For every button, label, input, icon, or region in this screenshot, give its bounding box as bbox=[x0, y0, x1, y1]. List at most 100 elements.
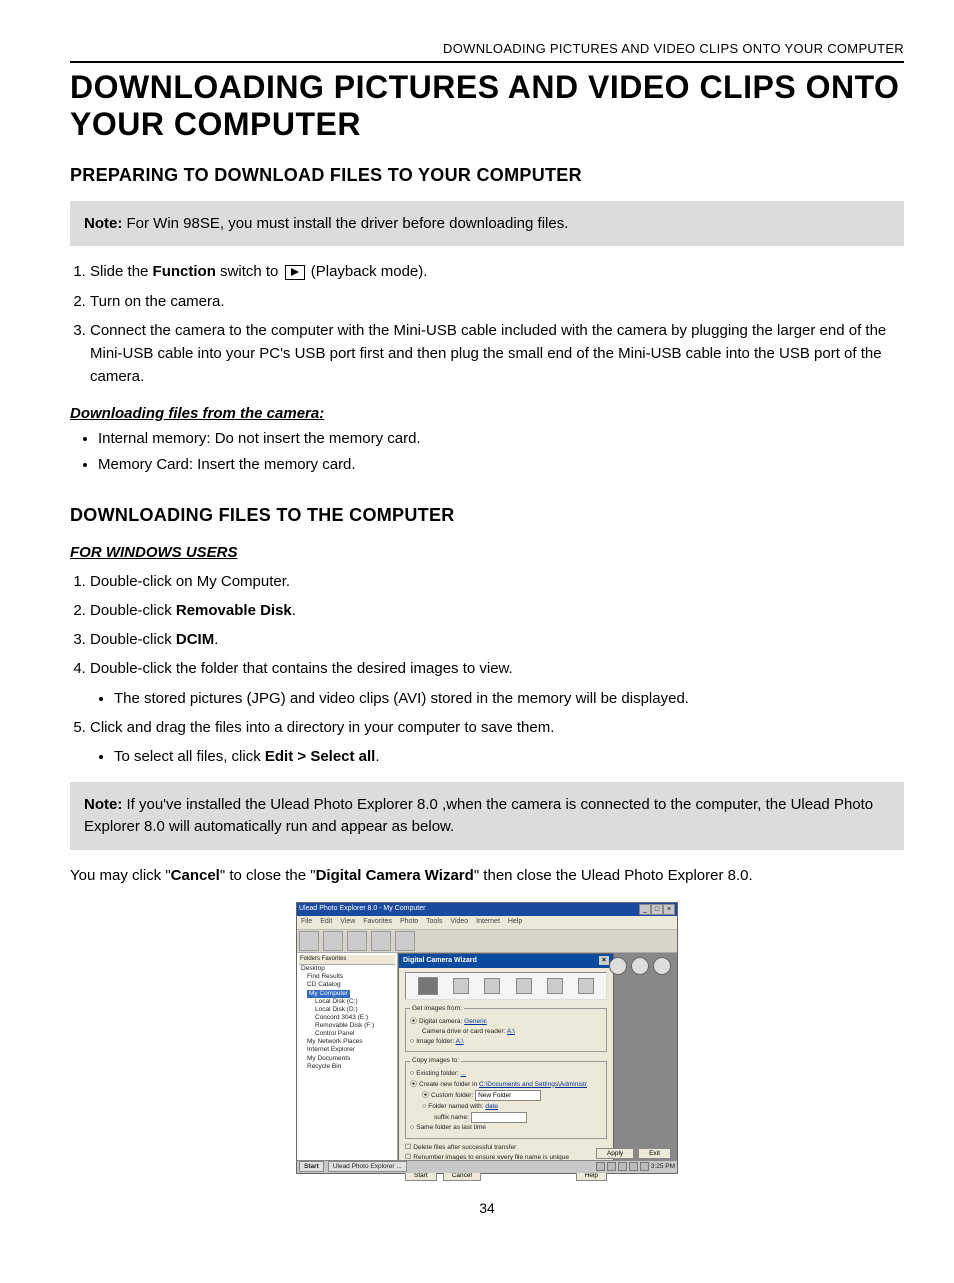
link-generic[interactable]: Generic bbox=[464, 1018, 487, 1025]
tree-local-disk-c[interactable]: Local Disk (C:) bbox=[299, 998, 395, 1006]
tree-find-results[interactable]: Find Results bbox=[299, 973, 395, 981]
menu-internet[interactable]: Internet bbox=[476, 918, 500, 925]
menu-view[interactable]: View bbox=[340, 918, 355, 925]
tray-icon[interactable] bbox=[629, 1162, 638, 1171]
maximize-button[interactable]: □ bbox=[651, 904, 663, 915]
tray-icon[interactable] bbox=[607, 1162, 616, 1171]
radio-digital-camera[interactable]: Digital camera: Generic bbox=[410, 1017, 602, 1028]
step-1-text-b: switch to bbox=[216, 263, 283, 280]
menu-file[interactable]: File bbox=[301, 918, 312, 925]
menu-tools[interactable]: Tools bbox=[426, 918, 442, 925]
dstep-1: Double-click on My Computer. bbox=[90, 570, 904, 593]
tree-recycle-bin[interactable]: Recycle Bin bbox=[299, 1063, 395, 1071]
menu-favorites[interactable]: Favorites bbox=[363, 918, 392, 925]
note-box-1: Note: For Win 98SE, you must install the… bbox=[70, 201, 904, 247]
exit-button[interactable]: Exit bbox=[638, 1148, 671, 1159]
closing-c: " then close the Ulead Photo Explorer 8.… bbox=[474, 867, 753, 884]
dstep-5-text: Click and drag the files into a director… bbox=[90, 719, 554, 736]
link-existing-folder[interactable]: ... bbox=[461, 1070, 466, 1077]
tree-control-panel[interactable]: Control Panel bbox=[299, 1030, 395, 1038]
monitor-icon bbox=[578, 978, 594, 994]
menu-bar[interactable]: File Edit View Favorites Photo Tools Vid… bbox=[297, 916, 677, 930]
label-camera-drive: Camera drive or card reader: A:\ bbox=[410, 1027, 602, 1037]
closing-paragraph: You may click "Cancel" to close the "Dig… bbox=[70, 865, 904, 887]
dstep-3-bold: DCIM bbox=[176, 631, 214, 648]
toolbar-icon[interactable] bbox=[347, 931, 367, 951]
step-icon bbox=[453, 978, 469, 994]
step-1: Slide the Function switch to (Playback m… bbox=[90, 260, 904, 283]
subheading-windows-users: FOR WINDOWS USERS bbox=[70, 542, 904, 564]
step-1-text-c: (Playback mode). bbox=[307, 263, 428, 280]
closing-a: You may click " bbox=[70, 867, 171, 884]
digital-camera-wizard: Digital Camera Wizard × Get images from: bbox=[398, 953, 614, 1163]
bullet-memory-card: Memory Card: Insert the memory card. bbox=[98, 454, 904, 476]
content-panel: Digital Camera Wizard × Get images from: bbox=[398, 953, 677, 1163]
copy-images-to-group: Copy images to: Existing folder: ... Cre… bbox=[405, 1056, 607, 1138]
tree-network-places[interactable]: My Network Places bbox=[299, 1038, 395, 1046]
tree-tabs[interactable]: Folders Favorites bbox=[299, 955, 395, 966]
tree-my-documents[interactable]: My Documents bbox=[299, 1055, 395, 1063]
tree-desktop[interactable]: Desktop bbox=[299, 965, 395, 973]
dstep-3: Double-click DCIM. bbox=[90, 628, 904, 651]
link-drive-a[interactable]: A:\ bbox=[507, 1028, 515, 1035]
tray-icon[interactable] bbox=[618, 1162, 627, 1171]
tray-icon[interactable] bbox=[640, 1162, 649, 1171]
suffix-input[interactable] bbox=[471, 1112, 527, 1123]
radio-existing-folder[interactable]: Existing folder: ... bbox=[410, 1069, 602, 1080]
toolbar-back-icon[interactable] bbox=[299, 931, 319, 951]
tree-concord-e[interactable]: Concord 3043 (E:) bbox=[299, 1014, 395, 1022]
step-2: Turn on the camera. bbox=[90, 290, 904, 313]
viewer-icon[interactable] bbox=[609, 957, 627, 975]
step-1-bold: Function bbox=[153, 263, 216, 280]
link-image-folder[interactable]: A:\ bbox=[456, 1038, 464, 1045]
wizard-titlebar[interactable]: Digital Camera Wizard × bbox=[399, 954, 613, 968]
checkbox-delete-files[interactable]: Delete files after successful transfer bbox=[405, 1143, 607, 1154]
tree-internet-explorer[interactable]: Internet Explorer bbox=[299, 1046, 395, 1054]
toolbar-icon[interactable] bbox=[395, 931, 415, 951]
toolbar-forward-icon[interactable] bbox=[323, 931, 343, 951]
window-buttons: _□× bbox=[639, 904, 675, 915]
radio-folder-named-with[interactable]: Folder named with: date bbox=[410, 1102, 602, 1113]
tree-local-disk-d[interactable]: Local Disk (D:) bbox=[299, 1006, 395, 1014]
tree-cd-catalog[interactable]: CD Catalog bbox=[299, 981, 395, 989]
close-button[interactable]: × bbox=[663, 904, 675, 915]
menu-video[interactable]: Video bbox=[450, 918, 468, 925]
folder-tree[interactable]: Desktop Find Results CD Catalog My Compu… bbox=[299, 965, 395, 1071]
taskbar[interactable]: Start Ulead Photo Explorer ... 3:25 PM bbox=[297, 1160, 677, 1173]
tree-removable-disk-f[interactable]: Removable Disk (F:) bbox=[299, 1022, 395, 1030]
radio-create-new-folder[interactable]: Create new folder in C:\Documents and Se… bbox=[410, 1080, 602, 1091]
note-label-2: Note: bbox=[84, 796, 122, 813]
step-3: Connect the camera to the computer with … bbox=[90, 319, 904, 389]
subheading-downloading-from-camera: Downloading files from the camera: bbox=[70, 403, 904, 425]
menu-photo[interactable]: Photo bbox=[400, 918, 418, 925]
start-button-taskbar[interactable]: Start bbox=[299, 1161, 324, 1172]
dstep-4-text: Double-click the folder that contains th… bbox=[90, 660, 513, 677]
radio-image-folder[interactable]: Image folder: A:\ bbox=[410, 1037, 602, 1048]
toolbar bbox=[297, 930, 677, 953]
radio-custom-folder[interactable]: Custom folder: bbox=[410, 1090, 602, 1102]
wizard-title-text: Digital Camera Wizard bbox=[403, 956, 477, 966]
radio-same-folder[interactable]: Same folder as last time bbox=[410, 1123, 602, 1134]
toolbar-icon[interactable] bbox=[371, 931, 391, 951]
viewer-icon[interactable] bbox=[653, 957, 671, 975]
window-titlebar[interactable]: Ulead Photo Explorer 8.0 - My Computer _… bbox=[297, 903, 677, 916]
step-icon bbox=[547, 978, 563, 994]
tree-my-computer[interactable]: My Computer bbox=[299, 990, 395, 998]
custom-folder-input[interactable] bbox=[475, 1090, 541, 1101]
get-images-from-label: Get images from: bbox=[410, 1004, 464, 1014]
taskbar-app-button[interactable]: Ulead Photo Explorer ... bbox=[328, 1161, 407, 1172]
viewer-icon[interactable] bbox=[631, 957, 649, 975]
link-date[interactable]: date bbox=[485, 1103, 498, 1110]
link-new-folder-path[interactable]: C:\Documents and Settings\Administr bbox=[479, 1081, 587, 1088]
menu-edit[interactable]: Edit bbox=[320, 918, 332, 925]
note-box-2: Note: If you've installed the Ulead Phot… bbox=[70, 782, 904, 850]
closing-bold-1: Cancel bbox=[171, 867, 220, 884]
menu-help[interactable]: Help bbox=[508, 918, 522, 925]
minimize-button[interactable]: _ bbox=[639, 904, 651, 915]
preparing-steps: Slide the Function switch to (Playback m… bbox=[70, 260, 904, 388]
dstep-5: Click and drag the files into a director… bbox=[90, 716, 904, 769]
apply-button[interactable]: Apply bbox=[596, 1148, 634, 1159]
wizard-close-button[interactable]: × bbox=[599, 956, 609, 965]
page-number: 34 bbox=[70, 1198, 904, 1218]
tray-icon[interactable] bbox=[596, 1162, 605, 1171]
